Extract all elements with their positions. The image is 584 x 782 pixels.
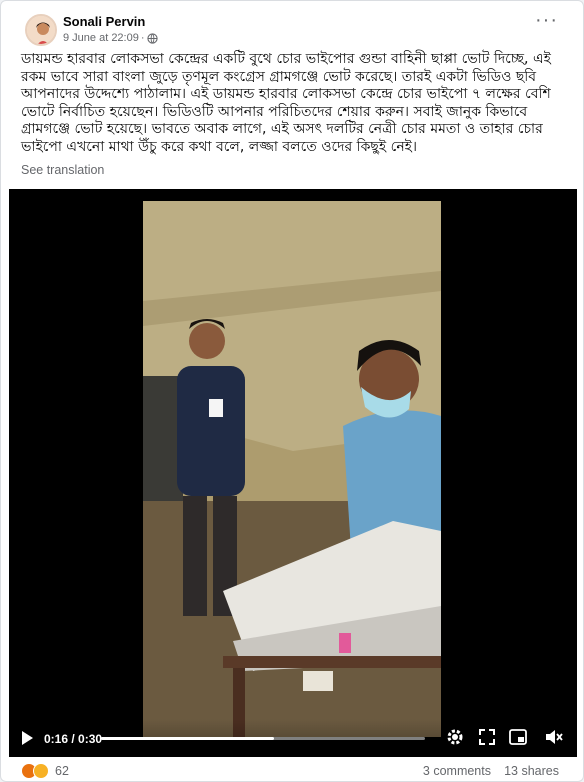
video-frame [143,201,441,737]
video-controls: 0:16 / 0:30 [9,719,577,757]
avatar[interactable] [25,14,57,46]
pip-icon[interactable] [509,729,527,750]
progress-bar[interactable] [101,737,425,740]
reactions-summary[interactable]: 62 [21,763,69,779]
more-options-icon[interactable]: ··· [535,10,557,35]
post-card: Sonali Pervin 9 June at 22:09 · ··· ডায়… [0,0,584,782]
meta-separator: · [140,32,145,44]
globe-icon [146,32,158,44]
post-meta: 9 June at 22:09 · [63,32,158,44]
author-name[interactable]: Sonali Pervin [63,14,145,29]
post-header: Sonali Pervin 9 June at 22:09 · ··· [21,9,565,49]
comments-count[interactable]: 3 comments [423,764,491,778]
progress-fill [101,737,274,740]
post-date[interactable]: 9 June at 22:09 [63,32,139,44]
video-time: 0:16 / 0:30 [44,732,103,746]
play-icon[interactable] [20,730,34,751]
settings-icon[interactable] [446,728,464,751]
fullscreen-icon[interactable] [479,729,495,750]
shares-count[interactable]: 13 shares [504,764,559,778]
reaction-count: 62 [55,764,69,778]
post-text: ডায়মন্ড হারবার লোকসভা কেন্দ্রের একটি বু… [21,51,551,155]
mute-icon[interactable] [545,729,563,750]
post-footer: 62 3 comments 13 shares [21,761,565,781]
video-player[interactable]: 0:16 / 0:30 [9,189,577,757]
haha-reaction-icon [33,763,49,779]
see-translation-link[interactable]: See translation [21,163,104,177]
